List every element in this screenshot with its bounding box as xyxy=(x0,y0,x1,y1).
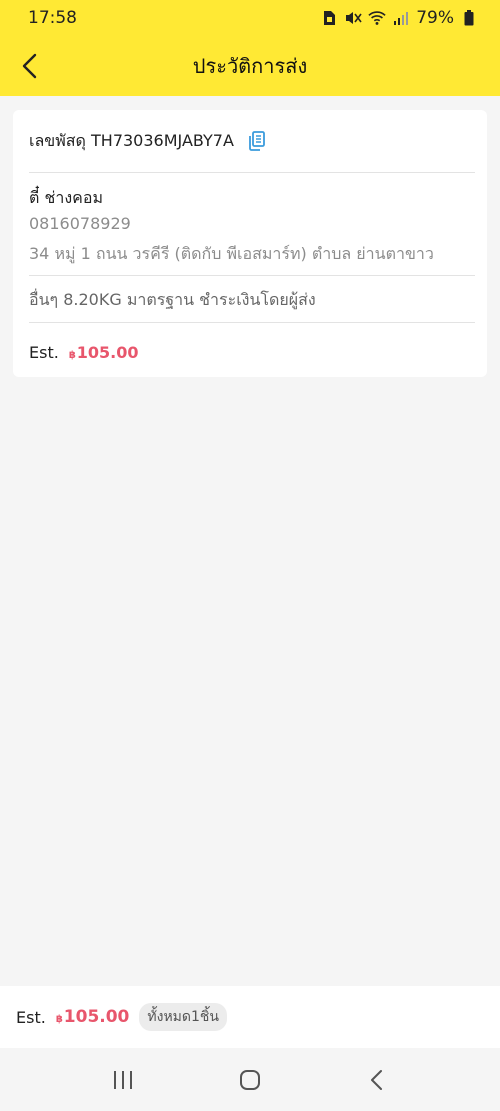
wifi-icon xyxy=(368,9,386,27)
status-time: 17:58 xyxy=(28,8,77,28)
shipment-card[interactable]: เลขพัสดุ TH73036MJABY7A ตี๋ ช่างคอม 0816… xyxy=(13,110,487,377)
divider xyxy=(29,322,475,323)
home-button[interactable] xyxy=(228,1058,272,1102)
battery-percent: 79% xyxy=(416,8,454,28)
estimate-price: ฿105.00 xyxy=(68,343,139,362)
system-navigation-bar xyxy=(0,1048,500,1111)
tracking-number: TH73036MJABY7A xyxy=(91,130,234,150)
battery-icon xyxy=(460,9,478,27)
recipient-name: ตี๋ ช่างคอม xyxy=(29,188,103,207)
tracking-label: เลขพัสดุ TH73036MJABY7A xyxy=(29,130,234,150)
mute-icon xyxy=(344,9,362,27)
divider xyxy=(29,172,475,173)
tracking-row: เลขพัสดุ TH73036MJABY7A xyxy=(29,126,475,156)
recipient-phone: 0816078929 xyxy=(29,214,131,233)
back-arrow-icon xyxy=(370,1069,382,1090)
system-back-button[interactable] xyxy=(355,1058,399,1102)
status-icons: 79% xyxy=(320,8,478,28)
estimate-row: Est. ฿105.00 xyxy=(29,343,139,362)
copy-button[interactable] xyxy=(246,130,268,152)
recent-apps-button[interactable] xyxy=(101,1058,145,1102)
status-bar: 17:58 79% xyxy=(0,0,500,36)
baht-symbol: ฿ xyxy=(68,350,76,361)
total-estimate-label: Est. xyxy=(16,1007,46,1027)
recent-apps-icon xyxy=(114,1070,133,1089)
bottom-summary-bar: Est. ฿105.00 ทั้งหมด1ชิ้น xyxy=(0,986,500,1048)
baht-symbol: ฿ xyxy=(55,1014,63,1025)
copy-icon xyxy=(249,131,265,151)
divider xyxy=(29,275,475,276)
navbar: ประวัติการส่ง xyxy=(0,36,500,96)
home-icon xyxy=(239,1069,260,1090)
page-title: ประวัติการส่ง xyxy=(192,54,308,78)
back-button[interactable] xyxy=(8,44,52,88)
signal-icon xyxy=(392,9,410,27)
estimate-label: Est. xyxy=(29,343,59,362)
header: 17:58 79% ประวัติการส่ง xyxy=(0,0,500,96)
item-count-badge: ทั้งหมด1ชิ้น xyxy=(139,1003,227,1031)
sim-icon xyxy=(320,9,338,27)
chevron-left-icon xyxy=(22,53,37,79)
parcel-details: อื่นๆ 8.20KG มาตรฐาน ชำระเงินโดยผู้ส่ง xyxy=(29,290,316,309)
total-price: ฿105.00 xyxy=(55,1007,130,1027)
recipient-address: 34 หมู่ 1 ถนน วรคีรี (ติดกับ พีเอสมาร์ท)… xyxy=(29,244,434,263)
